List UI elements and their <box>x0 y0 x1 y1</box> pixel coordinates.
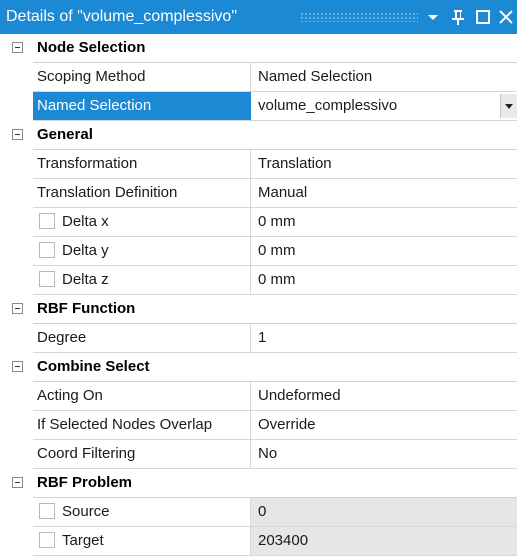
named-selection-combo[interactable]: volume_complessivo <box>251 92 517 121</box>
property-label: Named Selection <box>33 92 251 121</box>
property-row-acting-on[interactable]: Acting On Undeformed <box>0 382 517 411</box>
property-value[interactable]: Undeformed <box>251 382 517 411</box>
property-value[interactable]: No <box>251 440 517 469</box>
parameter-checkbox[interactable] <box>39 270 55 287</box>
section-title: RBF Function <box>33 295 517 324</box>
section-header-rbf-problem[interactable]: RBF Problem <box>0 469 517 498</box>
collapse-icon[interactable] <box>12 42 23 53</box>
property-label: Delta x <box>33 208 251 237</box>
property-row-delta-z[interactable]: Delta z 0 mm <box>0 266 517 295</box>
close-icon[interactable] <box>497 8 515 26</box>
section-header-general[interactable]: General <box>0 121 517 150</box>
section-header-combine-select[interactable]: Combine Select <box>0 353 517 382</box>
property-label: Scoping Method <box>33 63 251 92</box>
property-label: Translation Definition <box>33 179 251 208</box>
details-panel: Details of "volume_complessivo" Node Sel… <box>0 0 517 556</box>
parameter-checkbox[interactable] <box>39 241 55 258</box>
property-value[interactable]: 1 <box>251 324 517 353</box>
property-row-scoping-method[interactable]: Scoping Method Named Selection <box>0 63 517 92</box>
chevron-down-icon[interactable] <box>500 94 517 118</box>
property-row-transformation[interactable]: Transformation Translation <box>0 150 517 179</box>
property-label: Coord Filtering <box>33 440 251 469</box>
section-title: RBF Problem <box>33 469 517 498</box>
parameter-checkbox[interactable] <box>39 212 55 229</box>
label-text: Delta z <box>62 271 109 288</box>
property-value[interactable]: Named Selection <box>251 63 517 92</box>
property-value[interactable]: 0 mm <box>251 266 517 295</box>
property-row-delta-y[interactable]: Delta y 0 mm <box>0 237 517 266</box>
label-text: Delta y <box>62 242 109 259</box>
property-row-target[interactable]: Target 203400 <box>0 527 517 556</box>
drag-grip[interactable] <box>300 12 418 22</box>
pin-icon[interactable] <box>449 8 467 26</box>
property-label: Source <box>33 498 251 527</box>
parameter-checkbox[interactable] <box>39 531 55 548</box>
property-value[interactable]: Translation <box>251 150 517 179</box>
property-label: Transformation <box>33 150 251 179</box>
details-titlebar[interactable]: Details of "volume_complessivo" <box>0 0 517 34</box>
property-value[interactable]: 0 mm <box>251 237 517 266</box>
section-header-node-selection[interactable]: Node Selection <box>0 34 517 63</box>
label-text: Source <box>62 503 110 520</box>
panel-title: Details of "volume_complessivo" <box>6 8 238 25</box>
property-row-translation-definition[interactable]: Translation Definition Manual <box>0 179 517 208</box>
property-value-readonly: 0 <box>251 498 517 527</box>
maximize-icon[interactable] <box>474 8 492 26</box>
property-label: Acting On <box>33 382 251 411</box>
property-row-coord-filtering[interactable]: Coord Filtering No <box>0 440 517 469</box>
label-text: Delta x <box>62 213 109 230</box>
collapse-icon[interactable] <box>12 477 23 488</box>
collapse-icon[interactable] <box>12 303 23 314</box>
property-row-source[interactable]: Source 0 <box>0 498 517 527</box>
parameter-checkbox[interactable] <box>39 502 55 519</box>
property-label: Target <box>33 527 251 556</box>
property-row-delta-x[interactable]: Delta x 0 mm <box>0 208 517 237</box>
property-label: Delta y <box>33 237 251 266</box>
section-title: Node Selection <box>33 34 517 63</box>
property-value[interactable]: Manual <box>251 179 517 208</box>
property-value-readonly: 203400 <box>251 527 517 556</box>
property-row-degree[interactable]: Degree 1 <box>0 324 517 353</box>
property-label: Degree <box>33 324 251 353</box>
property-row-if-selected-nodes-overlap[interactable]: If Selected Nodes Overlap Override <box>0 411 517 440</box>
label-text: Target <box>62 532 104 549</box>
collapse-icon[interactable] <box>12 361 23 372</box>
property-label: If Selected Nodes Overlap <box>33 411 251 440</box>
combo-value: volume_complessivo <box>258 97 398 114</box>
property-label: Delta z <box>33 266 251 295</box>
property-value[interactable]: Override <box>251 411 517 440</box>
property-value[interactable]: 0 mm <box>251 208 517 237</box>
section-title: General <box>33 121 517 150</box>
dropdown-arrow-icon[interactable] <box>424 8 442 26</box>
section-header-rbf-function[interactable]: RBF Function <box>0 295 517 324</box>
collapse-icon[interactable] <box>12 129 23 140</box>
section-title: Combine Select <box>33 353 517 382</box>
property-row-named-selection[interactable]: Named Selection volume_complessivo <box>0 92 517 121</box>
